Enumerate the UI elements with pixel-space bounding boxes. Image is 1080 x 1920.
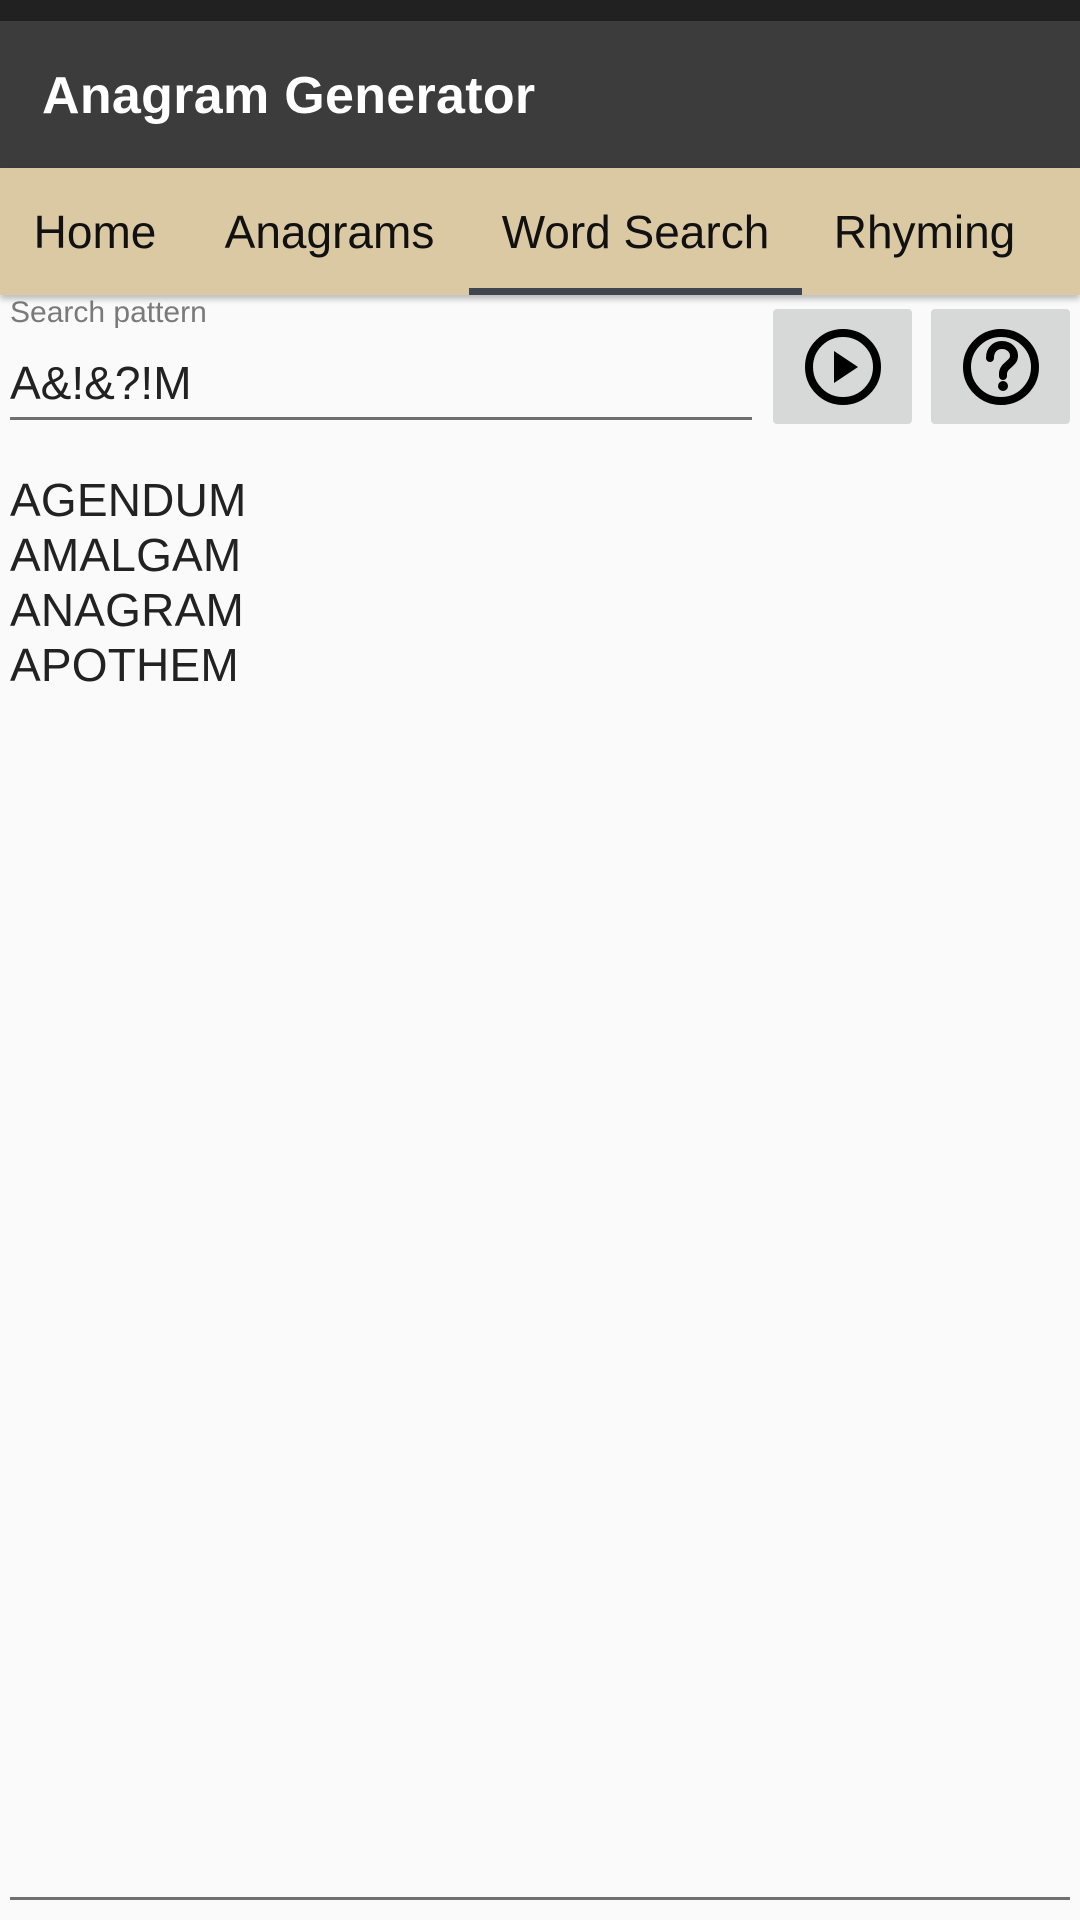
tab-home[interactable]: Home: [0, 168, 190, 295]
results-list: AGENDUM AMALGAM ANAGRAM APOTHEM: [10, 473, 247, 693]
app-title: Anagram Generator: [42, 67, 536, 125]
run-search-button[interactable]: [773, 309, 912, 424]
active-tab-indicator: [469, 288, 802, 295]
tab-anagrams[interactable]: Anagrams: [190, 168, 469, 295]
result-word: AMALGAM: [10, 529, 242, 581]
tab-word-search[interactable]: Word Search: [469, 168, 802, 295]
help-button[interactable]: [931, 309, 1070, 424]
app-bar: Anagram Generator: [0, 21, 1080, 168]
results-bottom-divider: [10, 1897, 1070, 1900]
status-bar: [0, 0, 1080, 21]
result-word: APOTHEM: [10, 639, 239, 691]
result-word: AGENDUM: [10, 474, 247, 526]
tab-rhyming[interactable]: Rhyming: [802, 168, 1047, 295]
result-word: ANAGRAM: [10, 584, 244, 636]
play-circle-icon: [804, 328, 881, 405]
search-input-underline: [10, 417, 752, 420]
word-search-panel: Search pattern AGENDUM AMALGAM ANAGRAM A…: [0, 295, 1080, 1920]
search-pattern-input[interactable]: [10, 350, 752, 416]
help-circle-icon: [962, 328, 1039, 405]
search-pattern-label: Search pattern: [10, 296, 207, 329]
tab-bar: Home Anagrams Word Search Rhyming: [0, 168, 1080, 295]
